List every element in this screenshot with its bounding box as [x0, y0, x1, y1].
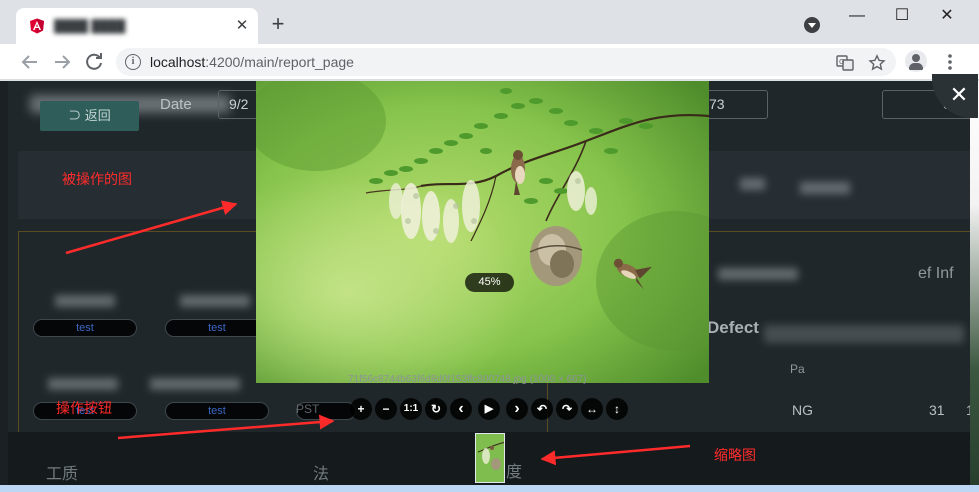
status-pill: test: [165, 402, 269, 420]
menu-dots-icon[interactable]: [940, 50, 960, 74]
reload-icon[interactable]: [82, 50, 106, 74]
viewer-thumbnail[interactable]: [475, 433, 505, 483]
taskbar-edge: [0, 485, 979, 492]
pass-label: Pa: [790, 362, 805, 376]
browser-toolbar: i localhost:4200/main/report_page G: [0, 44, 979, 80]
profile-icon[interactable]: [905, 50, 927, 72]
thumbnail-image: [476, 434, 504, 482]
zoom-level-badge: 45%: [465, 273, 514, 292]
status-pill: test: [165, 319, 269, 337]
annotation-buttons-label: 操作按钮: [56, 401, 112, 417]
date-label: Date: [160, 96, 192, 113]
svg-text:G: G: [839, 58, 844, 66]
right-panel-title: ef Inf: [918, 265, 954, 282]
maximize-button[interactable]: ☐: [880, 4, 924, 28]
blurred-label: [764, 325, 964, 343]
site-info-icon[interactable]: i: [125, 54, 141, 70]
bottom-strip-text: 法: [313, 466, 330, 483]
blurred-label: [180, 295, 250, 307]
blurred-label: [150, 378, 240, 390]
image-caption: 71f56c8744b63f6d8d0f153ffc800748.jpg (10…: [348, 374, 587, 385]
annotation-thumbnail-label: 缩略图: [714, 448, 756, 464]
browser-tabstrip: ████ ████ ✕ + — ☐ ✕: [0, 0, 979, 44]
date-input[interactable]: 9/2: [218, 90, 258, 119]
bottom-strip-text: 工质: [46, 466, 79, 483]
url-text[interactable]: localhost:4200/main/report_page: [150, 54, 354, 70]
flip-vertical-button[interactable]: ↕: [606, 398, 628, 420]
zoom-out-button[interactable]: −: [375, 398, 397, 420]
blurred-label: [740, 178, 765, 190]
browser-tab[interactable]: ████ ████ ✕: [16, 8, 258, 44]
minimize-button[interactable]: —: [835, 4, 879, 28]
play-button[interactable]: ▶: [478, 398, 500, 420]
rotate-left-button[interactable]: ↶: [531, 398, 553, 420]
one-to-one-button[interactable]: 1:1: [400, 398, 422, 420]
translate-icon[interactable]: G: [836, 54, 854, 72]
count-value: 31: [929, 402, 945, 418]
blurred-label: [800, 182, 850, 194]
new-tab-button[interactable]: +: [266, 12, 290, 36]
zoom-in-button[interactable]: +: [350, 398, 372, 420]
tab-title: ████ ████: [54, 19, 126, 33]
annotation-image-label: 被操作的图: [62, 172, 132, 188]
next-button[interactable]: ›: [506, 398, 528, 420]
forward-arrow-icon[interactable]: [50, 50, 74, 74]
blurred-label: [55, 295, 115, 307]
back-arrow-icon[interactable]: [18, 50, 42, 74]
tab-search-icon[interactable]: [804, 17, 820, 33]
window-close-button[interactable]: ✕: [925, 4, 969, 28]
flip-horizontal-button[interactable]: ↔: [581, 398, 603, 420]
star-icon[interactable]: [868, 54, 886, 72]
bird-photo: [256, 81, 709, 383]
blurred-label: [48, 378, 118, 390]
bottom-strip-text: 度: [506, 464, 523, 481]
status-pill: test: [33, 319, 137, 337]
defect-header: Defect: [707, 318, 759, 337]
reset-button[interactable]: ↻: [425, 398, 447, 420]
back-button[interactable]: ⊃ 返回: [40, 101, 139, 131]
angular-favicon: [30, 18, 44, 34]
rotate-right-button[interactable]: ↷: [556, 398, 578, 420]
tab-close-icon[interactable]: ✕: [233, 17, 251, 35]
address-bar[interactable]: i localhost:4200/main/report_page G: [116, 48, 896, 76]
outer-window-edge: [970, 81, 979, 492]
viewer-main-image[interactable]: [256, 81, 709, 383]
blurred-label: [718, 268, 798, 280]
viewer-toolbar: + − 1:1 ↻ ‹ ▶ › ↶ ↷ ↔ ↕: [350, 398, 630, 420]
pst-text: PST: [296, 402, 320, 416]
ng-value: NG: [792, 402, 813, 418]
prev-button[interactable]: ‹: [450, 398, 472, 420]
filter-input[interactable]: 73: [706, 90, 768, 119]
